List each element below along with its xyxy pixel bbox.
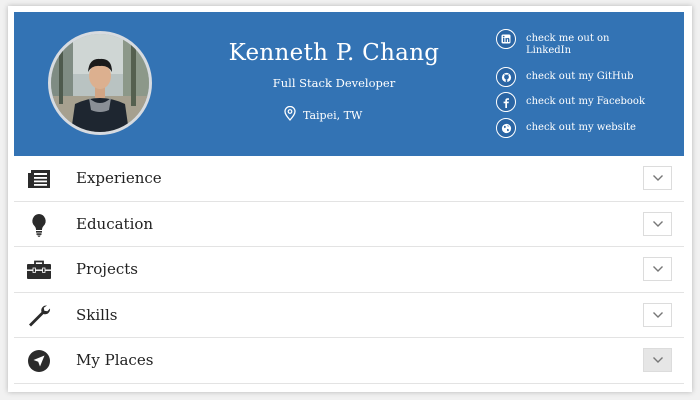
section-label: Skills [76, 305, 118, 324]
section-list: Experience Education Projects Skills My … [14, 156, 684, 384]
expand-button[interactable] [643, 166, 672, 190]
github-link-label: check out my GitHub [526, 71, 634, 82]
profile-name: Kenneth P. Chang [228, 40, 440, 66]
github-link[interactable]: check out my GitHub [496, 67, 656, 87]
chevron-down-icon [652, 266, 663, 272]
section-label: Experience [76, 169, 162, 187]
lightbulb-icon [26, 212, 52, 238]
chevron-down-icon [652, 175, 663, 181]
compass-icon [26, 348, 52, 374]
website-link[interactable]: check out my website [496, 118, 656, 138]
facebook-icon [496, 92, 516, 112]
location-text: Taipei, TW [303, 108, 363, 122]
section-label: Projects [76, 260, 138, 278]
section-skills[interactable]: Skills [14, 293, 684, 338]
avatar [48, 31, 152, 135]
section-my-places[interactable]: My Places [14, 338, 684, 384]
profile-title: Full Stack Developer [272, 76, 396, 90]
profile-header: Kenneth P. Chang Full Stack Developer Ta… [14, 12, 684, 156]
facebook-link-label: check out my Facebook [526, 96, 646, 107]
facebook-link[interactable]: check out my Facebook [496, 92, 656, 112]
globe-icon [496, 118, 516, 138]
linkedin-icon [496, 29, 516, 49]
website-link-label: check out my website [526, 122, 636, 133]
wrench-icon [26, 303, 52, 329]
github-icon [496, 67, 516, 87]
profile-card: Kenneth P. Chang Full Stack Developer Ta… [8, 6, 692, 392]
section-label: Education [76, 214, 154, 233]
expand-button[interactable] [643, 302, 672, 327]
map-pin-icon [284, 105, 296, 124]
linkedin-link-label: check me out on LinkedIn [526, 33, 610, 56]
chevron-down-icon [652, 357, 663, 363]
section-projects[interactable]: Projects [14, 247, 684, 293]
chevron-down-icon [652, 311, 663, 318]
expand-button[interactable] [643, 348, 672, 372]
newspaper-icon [26, 166, 52, 192]
section-education[interactable]: Education [14, 202, 684, 247]
expand-button[interactable] [643, 211, 672, 236]
chevron-down-icon [652, 220, 663, 227]
toolbox-icon [26, 257, 52, 283]
section-experience[interactable]: Experience [14, 156, 684, 202]
expand-button[interactable] [643, 257, 672, 281]
linkedin-link[interactable]: check me out on LinkedIn [496, 29, 656, 57]
location: Taipei, TW [284, 105, 363, 124]
section-label: My Places [76, 351, 154, 369]
